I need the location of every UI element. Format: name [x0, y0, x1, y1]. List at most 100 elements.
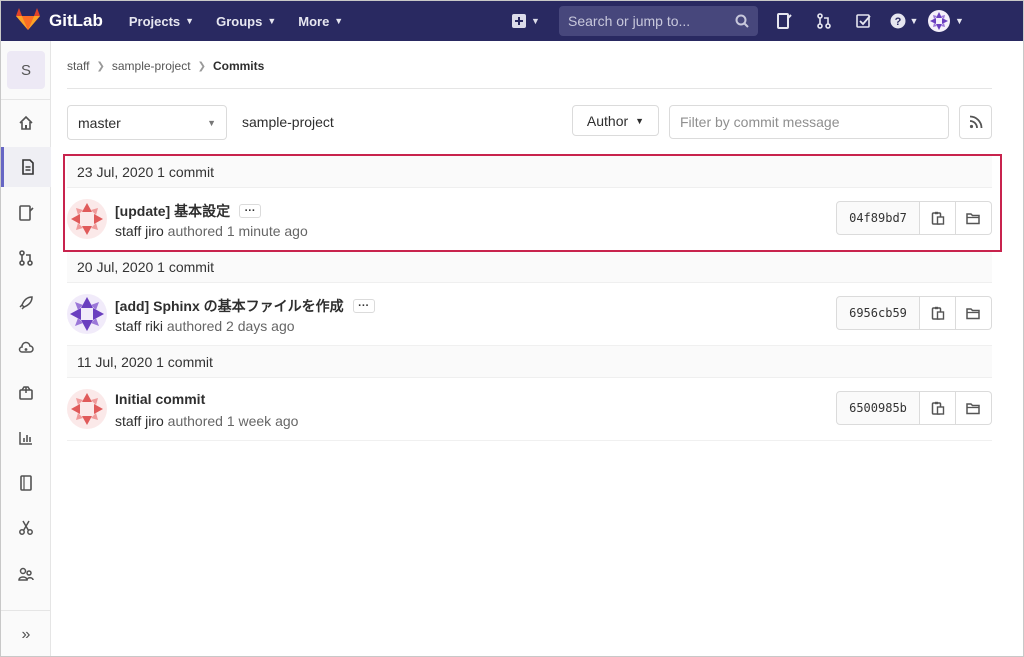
package-icon	[19, 386, 33, 400]
commit-author-link[interactable]: staff jiro	[115, 413, 164, 429]
sidebar-item-wiki[interactable]	[1, 463, 51, 503]
home-icon	[19, 115, 33, 130]
commit-author-link[interactable]: staff jiro	[115, 223, 164, 239]
users-icon	[18, 567, 34, 581]
sidebar-divider	[1, 99, 51, 100]
search-icon	[735, 14, 749, 28]
commit-meta: staff jiro authored 1 week ago	[115, 413, 298, 429]
project-sidebar: S »	[1, 41, 51, 656]
nav-more-label: More	[298, 13, 330, 29]
commit-time: authored 2 days ago	[166, 318, 295, 334]
author-avatar	[67, 199, 107, 239]
chevron-down-icon: ▼	[635, 115, 645, 126]
sidebar-item-packages[interactable]	[1, 373, 51, 413]
rocket-icon	[19, 296, 33, 310]
commit-day-header: 11 Jul, 2020 1 commit	[67, 346, 992, 378]
commit-row: [add] Sphinx の基本ファイルを作成 ··· staff riki a…	[67, 283, 992, 346]
breadcrumb-link-staff[interactable]: staff	[67, 59, 89, 73]
divider	[67, 88, 992, 89]
sidebar-item-members[interactable]	[1, 554, 51, 594]
new-dropdown-button[interactable]: ▼	[507, 7, 545, 35]
gitlab-logo-icon	[15, 7, 41, 36]
author-avatar	[67, 389, 107, 429]
sidebar-item-ci-cd[interactable]	[1, 283, 51, 323]
rss-feed-button[interactable]	[959, 105, 992, 139]
issues-nav-button[interactable]	[764, 1, 804, 41]
commit-sha-link[interactable]: 6956cb59	[836, 296, 920, 330]
copy-sha-button[interactable]	[920, 391, 956, 425]
sidebar-collapse-button[interactable]: »	[1, 615, 51, 655]
double-chevron-right-icon: »	[21, 626, 31, 643]
copy-sha-button[interactable]	[920, 296, 956, 330]
sidebar-item-snippets[interactable]	[1, 508, 51, 548]
sidebar-item-merge-requests[interactable]	[1, 238, 51, 278]
nav-projects-dropdown[interactable]: Projects ▼	[129, 14, 194, 29]
sidebar-item-issues[interactable]	[1, 193, 51, 233]
svg-text:?: ?	[894, 16, 901, 28]
copy-sha-button[interactable]	[920, 201, 956, 235]
issues-icon	[777, 13, 792, 29]
browse-files-button[interactable]	[956, 391, 992, 425]
commit-title-link[interactable]: Initial commit	[115, 391, 205, 407]
toggle-commit-description-button[interactable]: ···	[352, 299, 375, 313]
sidebar-divider	[1, 610, 51, 611]
commit-title: Initial commit	[115, 391, 205, 407]
nav-groups-dropdown[interactable]: Groups ▼	[216, 14, 276, 29]
chevron-down-icon: ▼	[207, 117, 216, 128]
book-icon	[20, 475, 32, 491]
author-dropdown[interactable]: Author ▼	[572, 105, 659, 136]
commit-author-link[interactable]: staff riki	[115, 318, 163, 334]
commit-row: Initial commit staff jiro authored 1 wee…	[67, 378, 992, 441]
user-menu-dropdown[interactable]: ▼	[928, 10, 964, 32]
chevron-down-icon: ▼	[531, 16, 540, 26]
project-avatar[interactable]: S	[7, 51, 45, 89]
browse-files-button[interactable]	[956, 201, 992, 235]
help-dropdown[interactable]: ? ▼	[884, 1, 924, 41]
merge-request-icon	[817, 13, 831, 29]
nav-more-dropdown[interactable]: More ▼	[298, 14, 343, 29]
sidebar-item-repository[interactable]	[1, 147, 51, 187]
clipboard-icon	[931, 211, 944, 225]
breadcrumb-link-project[interactable]: sample-project	[112, 59, 191, 73]
browse-files-button[interactable]	[956, 296, 992, 330]
chevron-right-icon: ❯	[197, 60, 206, 72]
folder-open-icon	[966, 402, 980, 414]
commit-sha-link[interactable]: 6500985b	[836, 391, 920, 425]
branch-select[interactable]: master ▼	[67, 105, 227, 140]
chevron-down-icon: ▼	[185, 16, 195, 26]
commit-day-header: 23 Jul, 2020 1 commit	[67, 156, 992, 188]
user-avatar	[928, 10, 950, 32]
nav-menu: Projects ▼ Groups ▼ More ▼	[129, 14, 365, 29]
commit-sha-group: 04f89bd7	[836, 201, 992, 235]
todo-icon	[856, 14, 871, 28]
chevron-down-icon: ▼	[334, 16, 344, 26]
commit-filter-input[interactable]	[669, 105, 949, 139]
gitlab-home-link[interactable]: GitLab	[15, 7, 103, 36]
project-path[interactable]: sample-project	[242, 114, 334, 130]
search-placeholder: Search or jump to...	[568, 13, 691, 29]
scissors-icon	[19, 520, 33, 535]
commit-title-link[interactable]: [add] Sphinx の基本ファイルを作成	[115, 296, 344, 316]
nav-projects-label: Projects	[128, 13, 181, 29]
search-input[interactable]: Search or jump to...	[559, 6, 758, 36]
sidebar-item-operations[interactable]	[1, 328, 51, 368]
todos-nav-button[interactable]	[844, 1, 884, 41]
commit-sha-link[interactable]: 04f89bd7	[836, 201, 920, 235]
chevron-right-icon: ❯	[96, 60, 105, 72]
commit-day-header: 20 Jul, 2020 1 commit	[67, 251, 992, 283]
sidebar-item-analytics[interactable]	[1, 418, 51, 458]
merge-requests-icon	[19, 250, 33, 266]
merge-requests-nav-button[interactable]	[804, 1, 844, 41]
chart-icon	[19, 432, 32, 445]
chevron-down-icon: ▼	[267, 16, 277, 26]
toggle-commit-description-button[interactable]: ···	[239, 204, 262, 218]
help-icon: ?	[890, 13, 906, 29]
sidebar-item-project-overview[interactable]	[1, 103, 51, 143]
breadcrumb-current[interactable]: Commits	[213, 59, 264, 73]
plus-square-icon	[512, 14, 527, 28]
branch-select-value: master	[78, 114, 121, 131]
commit-meta: staff jiro authored 1 minute ago	[115, 223, 308, 239]
clipboard-icon	[931, 401, 944, 415]
commit-title-link[interactable]: [update] 基本設定	[115, 201, 230, 221]
nav-groups-label: Groups	[216, 13, 263, 29]
